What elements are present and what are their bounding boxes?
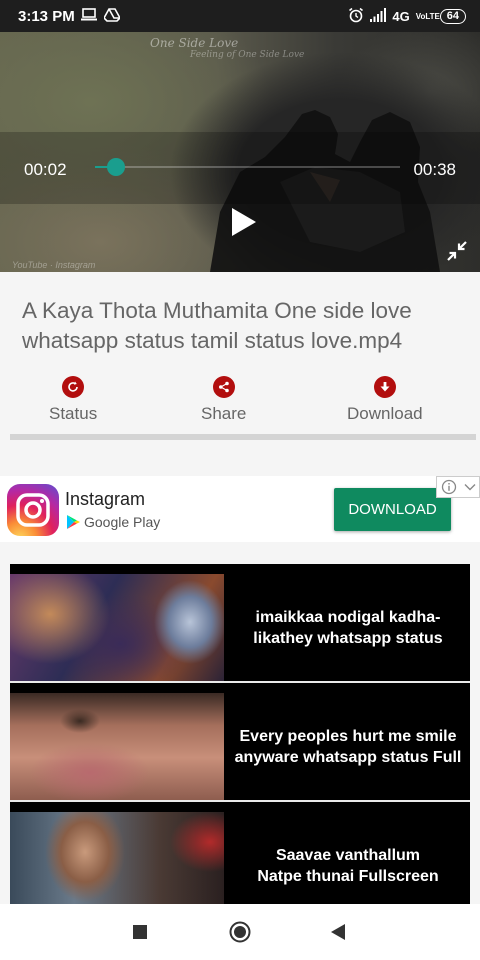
action-bar: Status Share Download — [0, 376, 480, 430]
recents-icon[interactable] — [133, 925, 147, 939]
section-divider — [10, 434, 476, 440]
system-nav-bar — [0, 904, 480, 960]
status-icons: 4G VoLTE 64 — [348, 7, 466, 26]
video-watermark: YouTube · Instagram — [12, 260, 96, 270]
download-button-label: Download — [347, 404, 423, 423]
back-icon[interactable] — [331, 924, 345, 940]
instagram-logo-icon — [7, 484, 59, 536]
play-icon[interactable] — [228, 206, 258, 238]
list-item[interactable]: imaikkaa nodigal kadha- likathey whatsap… — [10, 564, 470, 682]
list-item-title: Saavae vanthallum Natpe thunai Fullscree… — [257, 847, 439, 885]
status-button-label: Status — [49, 404, 98, 423]
drive-icon — [103, 8, 121, 26]
share-button[interactable]: Share — [201, 376, 246, 424]
share-icon — [212, 376, 235, 398]
video-thumbnail — [10, 693, 224, 801]
ad-download-button[interactable]: DOWNLOAD — [334, 488, 451, 531]
total-time: 00:38 — [413, 160, 456, 179]
battery-icon: 64 — [439, 9, 466, 24]
list-item-title: imaikkaa nodigal kadha- likathey whatsap… — [253, 609, 443, 647]
ad-store-label: Google Play — [84, 514, 161, 530]
laptop-icon — [80, 8, 98, 26]
google-play-icon — [67, 515, 80, 529]
info-icon[interactable] — [441, 479, 457, 495]
list-item[interactable]: Saavae vanthallum Natpe thunai Fullscree… — [10, 802, 470, 904]
exit-fullscreen-icon[interactable] — [446, 240, 468, 262]
current-time: 00:02 — [24, 160, 67, 179]
status-button[interactable]: Status — [49, 376, 97, 424]
home-icon[interactable] — [229, 921, 251, 943]
list-item[interactable]: Every peoples hurt me smile anyware what… — [10, 683, 470, 801]
download-arrow-icon — [373, 376, 396, 398]
video-thumbnail — [10, 574, 224, 682]
ad-store: Google Play — [67, 514, 160, 530]
ad-app-name: Instagram — [65, 489, 146, 509]
video-controls-strip — [0, 132, 480, 204]
chevron-down-icon[interactable] — [464, 482, 476, 492]
adchoices[interactable] — [436, 476, 480, 498]
video-overlay-subtitle: Feeling of One Side Love — [190, 50, 305, 60]
video-player[interactable]: One Side Love Feeling of One Side Love Y… — [0, 32, 480, 272]
share-button-label: Share — [201, 404, 247, 423]
network-type: 4G — [392, 9, 410, 24]
video-thumbnail — [10, 812, 224, 904]
signal-icon — [370, 8, 387, 25]
download-button[interactable]: Download — [347, 376, 423, 424]
alarm-icon — [348, 7, 364, 26]
related-video-list: imaikkaa nodigal kadha- likathey whatsap… — [10, 564, 470, 904]
volte-label: VoLTE — [415, 11, 440, 21]
status-bar: 3:13 PM 4G VoLTE 64 — [0, 0, 480, 32]
ad-banner[interactable]: Instagram Google Play DOWNLOAD — [0, 476, 480, 542]
refresh-icon — [62, 376, 85, 398]
status-time: 3:13 PM — [18, 8, 75, 25]
video-overlay-title: One Side Love — [150, 36, 239, 50]
seek-bar[interactable] — [95, 158, 400, 176]
list-item-title: Every peoples hurt me smile anyware what… — [234, 728, 462, 766]
video-title: A Kaya Thota Muthamita One side love wha… — [22, 298, 412, 353]
